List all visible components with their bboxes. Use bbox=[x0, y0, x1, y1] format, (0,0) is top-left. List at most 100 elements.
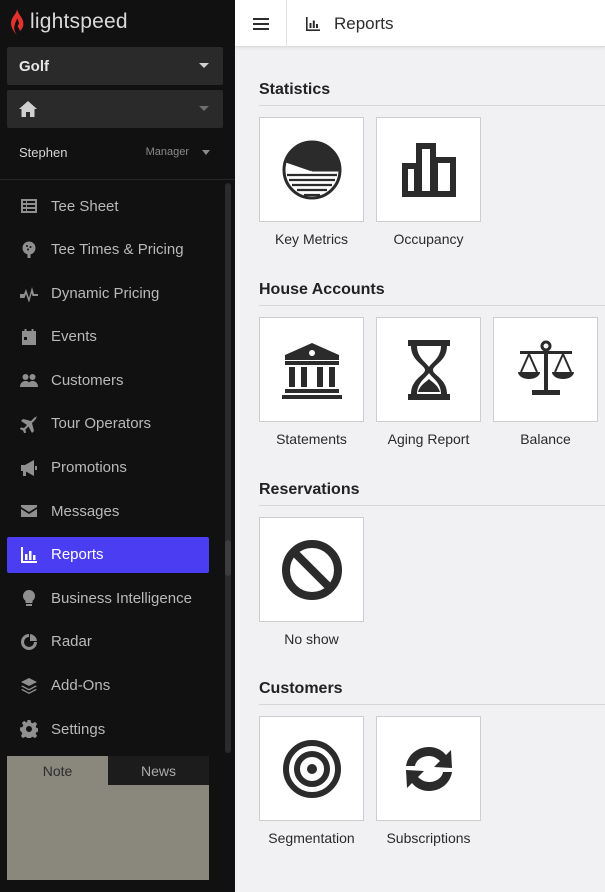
hamburger-icon bbox=[252, 17, 269, 30]
topbar: Reports bbox=[235, 0, 605, 47]
sidebar-scrollbar[interactable] bbox=[225, 183, 231, 753]
lightspeed-logo[interactable]: lightspeed bbox=[8, 8, 128, 36]
sidebar-scrollbar-thumb[interactable] bbox=[225, 540, 231, 576]
sync-icon bbox=[405, 746, 452, 791]
sidebar-item-business-intelligence[interactable]: Business Intelligence bbox=[7, 580, 209, 616]
tile-label: Segmentation bbox=[268, 830, 355, 846]
sidebar-item-messages[interactable]: Messages bbox=[7, 493, 209, 529]
sidebar-item-tour-operators[interactable]: Tour Operators bbox=[7, 406, 209, 442]
tab-note[interactable]: Note bbox=[7, 756, 108, 785]
sidebar-item-promotions[interactable]: Promotions bbox=[7, 450, 209, 486]
section-title: House Accounts bbox=[259, 281, 385, 298]
sidebar-item-reports[interactable]: Reports bbox=[7, 536, 209, 573]
page-header: Reports bbox=[306, 0, 394, 47]
bar-chart-icon bbox=[20, 546, 38, 564]
tile-icon-box bbox=[259, 317, 364, 422]
sidebar-item-label: Settings bbox=[51, 720, 106, 738]
sidebar-item-label: Radar bbox=[51, 633, 92, 651]
home-icon bbox=[19, 101, 37, 117]
pulse-icon bbox=[20, 284, 38, 303]
section-title: Statistics bbox=[259, 81, 331, 98]
tile-label: No show bbox=[284, 631, 339, 647]
sidebar-item-settings[interactable]: Settings bbox=[7, 711, 209, 747]
caret-down-icon bbox=[202, 150, 210, 155]
tile-icon-box bbox=[493, 317, 598, 422]
sidebar-item-label: Messages bbox=[51, 502, 120, 520]
pie-chart-icon bbox=[282, 140, 341, 199]
user-name: Stephen bbox=[19, 144, 68, 160]
sidebar-item-label: Events bbox=[51, 328, 97, 346]
report-tile-no-show[interactable]: No show bbox=[259, 517, 364, 647]
layers-icon bbox=[20, 677, 38, 695]
sidebar-item-tee-times-pricing[interactable]: Tee Times & Pricing bbox=[7, 232, 209, 268]
section-divider bbox=[259, 105, 605, 106]
sidebar-item-tee-sheet[interactable]: Tee Sheet bbox=[7, 188, 209, 224]
tab-news[interactable]: News bbox=[108, 756, 209, 785]
bank-icon bbox=[281, 342, 342, 399]
table-icon bbox=[20, 197, 38, 215]
report-tile-occupancy[interactable]: Occupancy bbox=[376, 117, 481, 247]
section-customers: Customers Segmentation Subscriptions bbox=[259, 678, 605, 846]
sidebar: lightspeed Golf Stephen Manager Tee Shee… bbox=[0, 0, 235, 892]
report-tile-aging-report[interactable]: Aging Report bbox=[376, 317, 481, 447]
page-title: Reports bbox=[334, 13, 394, 33]
lightbulb-icon bbox=[20, 589, 38, 607]
sidebar-item-add-ons[interactable]: Add-Ons bbox=[7, 668, 209, 704]
sidebar-item-label: Tee Sheet bbox=[51, 197, 119, 215]
radar-icon bbox=[20, 633, 38, 651]
tile-icon-box bbox=[259, 517, 364, 622]
sidebar-item-label: Add-Ons bbox=[51, 677, 111, 695]
sidebar-divider bbox=[0, 179, 235, 180]
envelope-icon bbox=[20, 502, 38, 520]
tile-label: Statements bbox=[276, 431, 347, 447]
report-tile-statements[interactable]: Statements bbox=[259, 317, 364, 447]
section-reservations: Reservations No show bbox=[259, 479, 605, 647]
section-house-accounts: House Accounts Statements Aging Report B… bbox=[259, 279, 605, 447]
hamburger-menu-button[interactable] bbox=[235, 0, 287, 47]
tile-label: Balance bbox=[520, 431, 571, 447]
sidebar-item-customers[interactable]: Customers bbox=[7, 362, 209, 398]
sidebar-item-label: Reports bbox=[51, 546, 104, 564]
tile-label: Aging Report bbox=[387, 431, 470, 447]
building-chart-icon bbox=[401, 142, 456, 197]
golf-ball-icon bbox=[20, 241, 38, 259]
tile-icon-box bbox=[376, 317, 481, 422]
brand-name: lightspeed bbox=[30, 10, 128, 33]
report-tile-key-metrics[interactable]: Key Metrics bbox=[259, 117, 364, 247]
flame-logo-icon bbox=[11, 9, 24, 35]
sidebar-item-radar[interactable]: Radar bbox=[7, 624, 209, 660]
section-divider bbox=[259, 305, 605, 306]
note-tabs: Note News bbox=[7, 756, 209, 785]
sidebar-item-events[interactable]: Events bbox=[7, 319, 209, 355]
scale-icon bbox=[517, 340, 574, 395]
note-panel: Note News bbox=[7, 756, 209, 880]
megaphone-icon bbox=[20, 459, 38, 477]
report-tile-subscriptions[interactable]: Subscriptions bbox=[376, 716, 481, 846]
course-select[interactable]: Golf bbox=[7, 47, 223, 85]
user-menu[interactable]: Stephen Manager bbox=[19, 142, 215, 162]
gear-icon bbox=[20, 720, 38, 739]
report-tile-balance[interactable]: Balance bbox=[493, 317, 598, 447]
plane-icon bbox=[20, 415, 38, 433]
calendar-icon bbox=[20, 328, 38, 346]
bar-chart-icon bbox=[306, 16, 320, 31]
caret-down-icon bbox=[199, 63, 209, 68]
section-divider bbox=[259, 704, 605, 705]
section-statistics: Statistics Key Metrics Occupancy bbox=[259, 79, 605, 247]
section-divider bbox=[259, 505, 605, 506]
users-icon bbox=[20, 371, 38, 389]
tile-icon-box bbox=[259, 716, 364, 821]
sidebar-item-label: Business Intelligence bbox=[51, 589, 192, 607]
hourglass-icon bbox=[407, 339, 450, 400]
target-icon bbox=[282, 739, 341, 798]
sidebar-item-label: Tee Times & Pricing bbox=[51, 241, 184, 259]
tile-icon-box bbox=[376, 716, 481, 821]
caret-down-icon bbox=[199, 106, 209, 111]
sidebar-item-dynamic-pricing[interactable]: Dynamic Pricing bbox=[7, 275, 209, 311]
user-role: Manager bbox=[145, 146, 189, 158]
tile-label: Subscriptions bbox=[386, 830, 471, 846]
tile-label: Occupancy bbox=[393, 231, 464, 247]
location-select[interactable] bbox=[7, 90, 223, 128]
sidebar-nav: Tee Sheet Tee Times & Pricing Dynamic Pr… bbox=[7, 188, 209, 755]
report-tile-segmentation[interactable]: Segmentation bbox=[259, 716, 364, 846]
